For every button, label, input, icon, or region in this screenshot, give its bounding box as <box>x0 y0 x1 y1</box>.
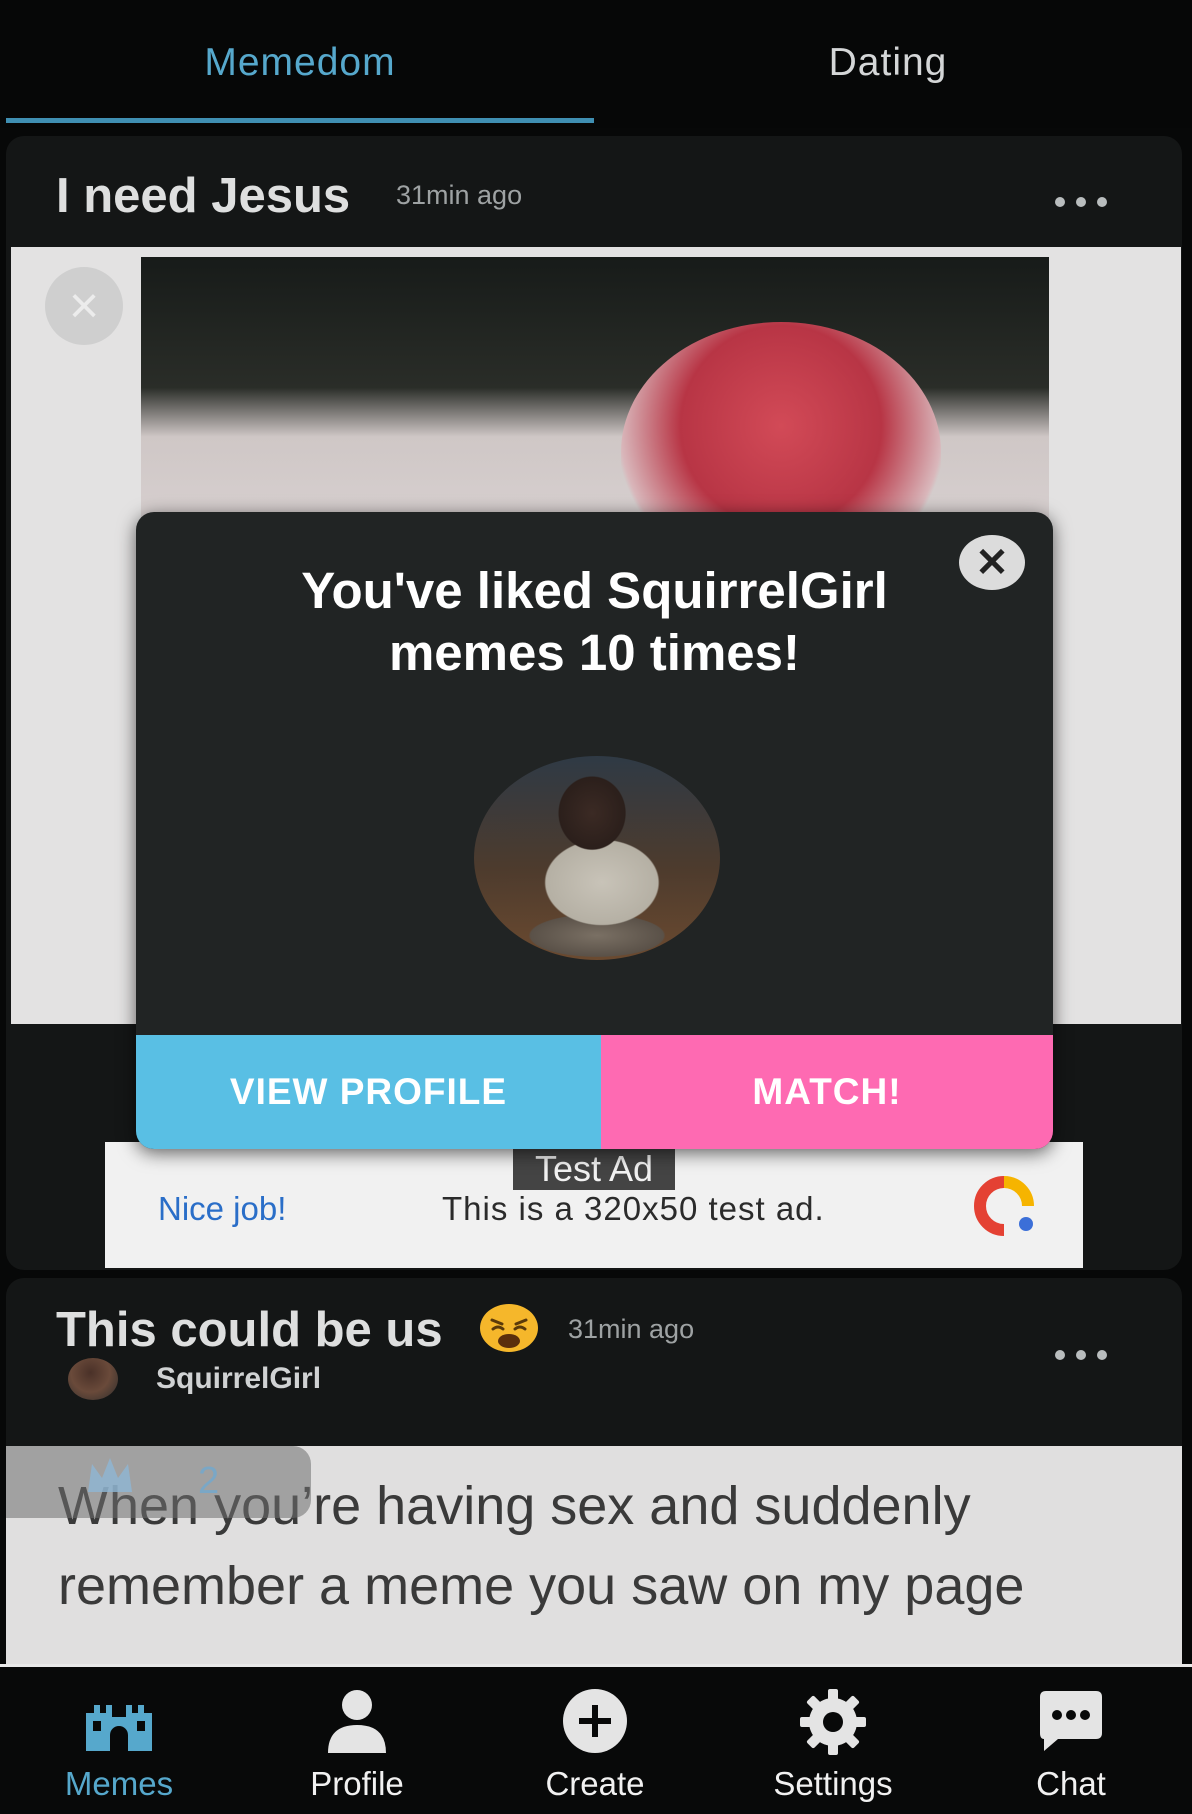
plus-circle-icon <box>563 1689 627 1753</box>
ad-headline: Nice job! <box>158 1190 287 1227</box>
ad-label: Test Ad <box>513 1148 675 1190</box>
castle-icon <box>86 1705 152 1751</box>
profile-avatar[interactable] <box>474 756 720 960</box>
ad-logo-icon <box>974 1176 1034 1236</box>
tab-memedom[interactable]: Memedom <box>6 0 594 125</box>
crown-icon[interactable] <box>84 1454 136 1498</box>
match-button[interactable]: MATCH! <box>601 1035 1053 1149</box>
user-icon <box>328 1690 386 1753</box>
nav-create[interactable]: Create <box>476 1667 714 1814</box>
meme-image[interactable]: When you’re having sex and suddenly reme… <box>6 1446 1182 1664</box>
nav-label: Create <box>545 1765 645 1802</box>
more-dots-icon[interactable] <box>1055 197 1107 207</box>
nav-label: Profile <box>310 1765 404 1802</box>
modal-title-line-1: You've liked SquirrelGirl <box>301 562 888 619</box>
nav-chat[interactable]: Chat <box>952 1667 1190 1814</box>
close-icon[interactable]: ✕ <box>959 535 1025 590</box>
like-counter[interactable] <box>6 1446 311 1518</box>
post-timestamp: 31min ago <box>568 1314 695 1344</box>
modal-title: You've liked SquirrelGirl memes 10 times… <box>136 560 1053 684</box>
more-dots-icon[interactable] <box>1055 1350 1107 1360</box>
meme-photo <box>141 257 1049 582</box>
nav-settings[interactable]: Settings <box>714 1667 952 1814</box>
ad-text: This is a 320x50 test ad. <box>442 1190 825 1227</box>
tab-dating[interactable]: Dating <box>594 0 1182 125</box>
nav-label: Settings <box>773 1765 893 1802</box>
top-tab-bar: Memedom Dating <box>0 0 1192 128</box>
close-icon[interactable]: × <box>45 267 123 345</box>
modal-title-line-2: memes 10 times! <box>388 624 801 681</box>
active-tab-indicator <box>6 118 594 123</box>
view-profile-button[interactable]: VIEW PROFILE <box>136 1035 601 1149</box>
post-title: This could be us <box>56 1303 443 1357</box>
chat-bubble-icon <box>1040 1691 1102 1751</box>
gear-icon <box>800 1689 866 1755</box>
match-suggestion-modal: You've liked SquirrelGirl memes 10 times… <box>136 512 1053 1149</box>
like-count: 2 <box>198 1460 220 1502</box>
nav-label: Memes <box>64 1765 174 1802</box>
post-timestamp: 31min ago <box>396 180 523 210</box>
author-avatar[interactable] <box>68 1358 118 1400</box>
bottom-nav: Memes Profile Create Settings Chat <box>0 1664 1192 1814</box>
author-name[interactable]: SquirrelGirl <box>156 1362 321 1396</box>
weary-face-emoji <box>480 1304 538 1352</box>
nav-label: Chat <box>1036 1765 1106 1802</box>
post-title: I need Jesus <box>56 169 351 223</box>
nav-memes[interactable]: Memes <box>0 1667 238 1814</box>
nav-profile[interactable]: Profile <box>238 1667 476 1814</box>
